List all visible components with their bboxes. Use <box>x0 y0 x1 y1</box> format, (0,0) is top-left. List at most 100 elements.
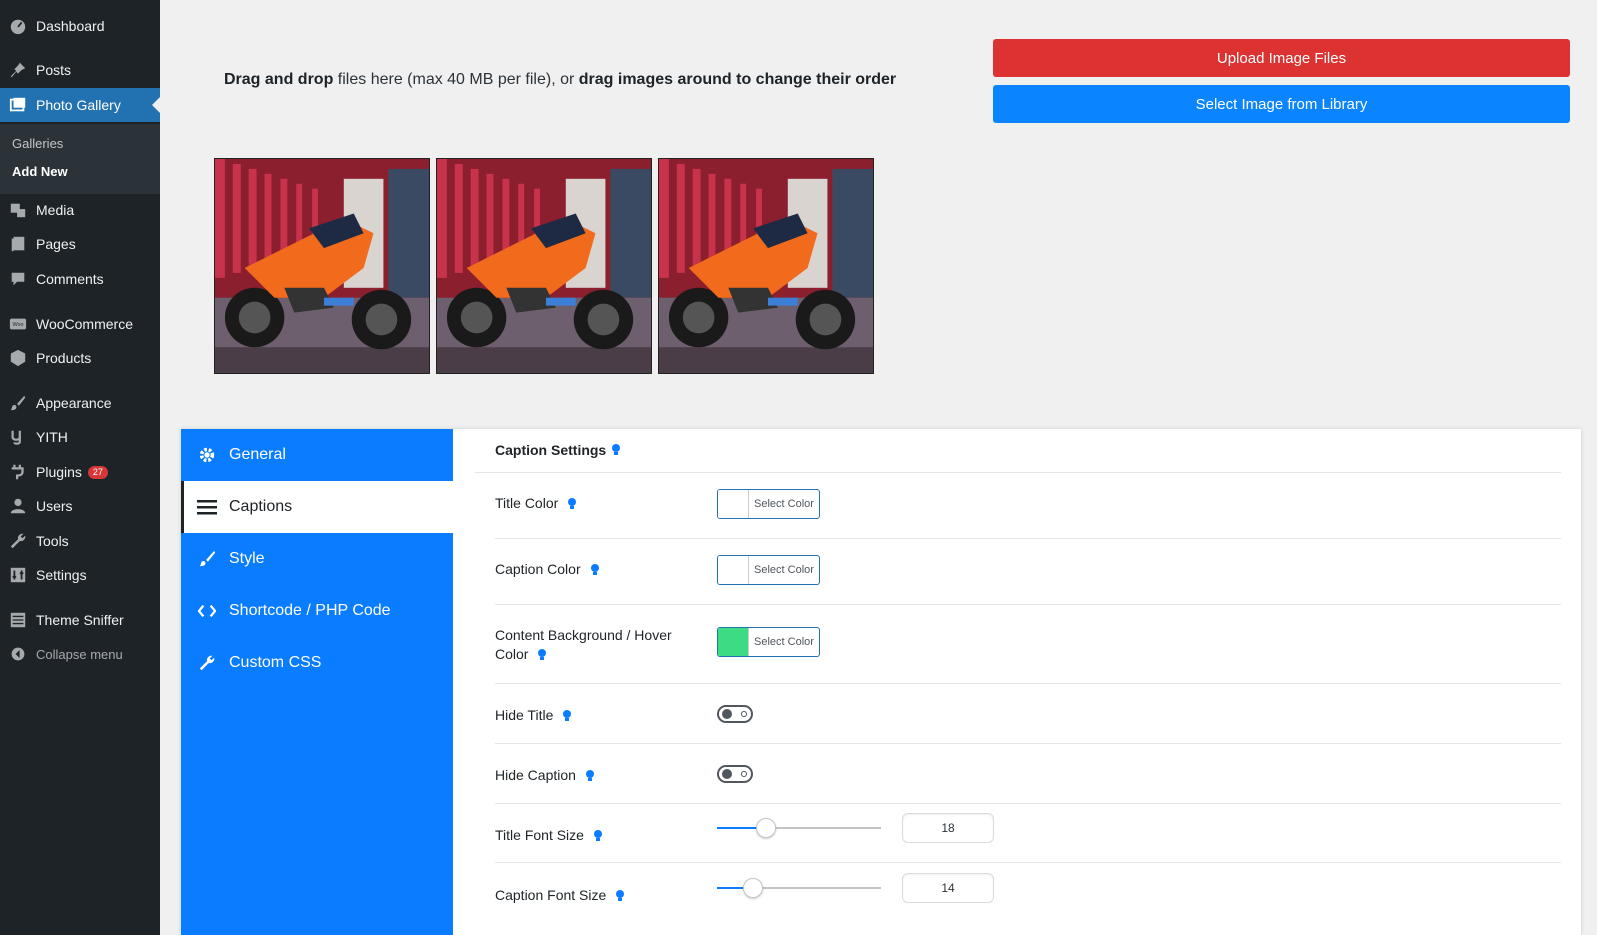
media-icon <box>8 200 28 220</box>
plugin-icon <box>8 462 28 482</box>
label-text: Caption Font Size <box>495 887 607 903</box>
sidebar-item-label: Photo Gallery <box>36 97 121 113</box>
caption-font-size-slider[interactable] <box>717 878 881 898</box>
dropzone-instructions: Drag and drop files here (max 40 MB per … <box>224 71 896 89</box>
hide-title-toggle[interactable] <box>717 705 753 723</box>
select-image-from-library-button[interactable]: Select Image from Library <box>993 85 1570 123</box>
slider-handle[interactable] <box>743 878 764 898</box>
gallery-thumbnail[interactable] <box>658 158 874 374</box>
tab-label: Captions <box>229 498 293 515</box>
caption-color-label: Caption Color <box>495 560 600 579</box>
sidebar-item-label: Media <box>36 202 75 218</box>
color-swatch <box>718 490 749 518</box>
title-font-size-slider[interactable] <box>717 818 881 838</box>
submenu-item-galleries[interactable]: Galleries <box>12 136 63 151</box>
update-count-badge: 27 <box>87 465 108 479</box>
sidebar-item-pages[interactable]: Pages <box>0 227 160 261</box>
label-text: Color <box>495 646 529 662</box>
gallery-thumbnail[interactable] <box>436 158 652 374</box>
sidebar-item-woocommerce[interactable]: Woo WooCommerce <box>0 307 160 341</box>
upload-image-files-button[interactable]: Upload Image Files <box>993 39 1570 77</box>
help-bulb-icon[interactable] <box>611 443 621 457</box>
menu-lines-icon <box>197 497 217 517</box>
settings-icon <box>8 565 28 585</box>
gallery-settings-panel: General Captions Style Shortcode / PHP C… <box>181 429 1581 935</box>
list-icon <box>8 610 28 630</box>
sidebar-item-label: WooCommerce <box>36 316 133 332</box>
tab-style[interactable]: Style <box>181 533 453 585</box>
dropzone-bold-1: Drag and drop <box>224 71 334 88</box>
sidebar-item-settings[interactable]: Settings <box>0 558 160 592</box>
motorcycle-image <box>437 159 651 373</box>
tab-label: Custom CSS <box>229 654 322 671</box>
brush-icon <box>8 393 28 413</box>
help-bulb-icon[interactable] <box>590 563 600 577</box>
sidebar-item-dashboard[interactable]: Dashboard <box>0 9 160 43</box>
sidebar-item-label: Plugins <box>36 464 82 480</box>
hide-caption-toggle[interactable] <box>717 765 753 783</box>
label-text: Title Color <box>495 495 559 511</box>
caption-color-picker[interactable]: Select Color <box>717 555 820 585</box>
tab-label: Style <box>229 550 265 567</box>
caption-settings-heading: Caption Settings <box>495 442 607 458</box>
collapse-menu-button[interactable]: Collapse menu <box>0 637 160 671</box>
label-text: Title Font Size <box>495 827 584 843</box>
toggle-knob <box>722 769 732 779</box>
dropzone-text-1: files here (max 40 MB per file), or <box>333 71 579 88</box>
slider-handle[interactable] <box>756 818 777 838</box>
sidebar-item-label: Pages <box>36 236 76 252</box>
tab-general[interactable]: General <box>181 429 453 481</box>
sidebar-item-photo-gallery[interactable]: Photo Gallery <box>0 88 160 122</box>
divider <box>495 683 1561 684</box>
products-icon <box>8 348 28 368</box>
help-bulb-icon[interactable] <box>567 497 577 511</box>
label-text: Caption Color <box>495 561 581 577</box>
sidebar-item-posts[interactable]: Posts <box>0 53 160 87</box>
sidebar-item-tools[interactable]: Tools <box>0 524 160 558</box>
help-bulb-icon[interactable] <box>537 648 547 662</box>
help-bulb-icon[interactable] <box>562 709 572 723</box>
submenu-item-add-new[interactable]: Add New <box>12 164 68 179</box>
sidebar-submenu: Galleries Add New <box>0 124 160 194</box>
help-bulb-icon[interactable] <box>585 769 595 783</box>
sidebar-item-users[interactable]: Users <box>0 489 160 523</box>
tab-custom-css[interactable]: Custom CSS <box>181 637 453 689</box>
divider <box>495 803 1561 804</box>
label-text: Hide Caption <box>495 767 576 783</box>
code-icon <box>197 601 217 621</box>
caption-font-size-input[interactable]: 14 <box>902 873 994 903</box>
sidebar-item-appearance[interactable]: Appearance <box>0 386 160 420</box>
sidebar-item-label: Comments <box>36 271 104 287</box>
gallery-icon <box>8 95 28 115</box>
wrench-icon <box>8 531 28 551</box>
title-font-size-label: Title Font Size <box>495 826 603 845</box>
sidebar-item-media[interactable]: Media <box>0 193 160 227</box>
toggle-off-indicator <box>741 771 747 777</box>
title-font-size-input[interactable]: 18 <box>902 813 994 843</box>
tab-shortcode[interactable]: Shortcode / PHP Code <box>181 585 453 637</box>
title-color-picker[interactable]: Select Color <box>717 489 820 519</box>
dashboard-icon <box>8 16 28 36</box>
wrench-icon <box>197 653 217 673</box>
sidebar-item-label: Appearance <box>36 395 112 411</box>
svg-text:Woo: Woo <box>13 322 24 328</box>
sidebar-item-theme-sniffer[interactable]: Theme Sniffer <box>0 603 160 637</box>
caption-font-size-label: Caption Font Size <box>495 886 625 905</box>
title-color-label: Title Color <box>495 494 577 513</box>
yith-icon <box>8 427 28 447</box>
sidebar-item-label: Settings <box>36 567 87 583</box>
help-bulb-icon[interactable] <box>593 829 603 843</box>
tab-label: Shortcode / PHP Code <box>229 602 391 619</box>
gallery-thumbnail[interactable] <box>214 158 430 374</box>
tab-captions[interactable]: Captions <box>181 481 453 533</box>
sidebar-item-products[interactable]: Products <box>0 341 160 375</box>
sidebar-item-comments[interactable]: Comments <box>0 262 160 296</box>
content-background-color-picker[interactable]: Select Color <box>717 627 820 657</box>
sidebar-item-yith[interactable]: YITH <box>0 420 160 454</box>
divider <box>495 538 1561 539</box>
sidebar-item-plugins[interactable]: Plugins 27 <box>0 455 160 489</box>
select-color-label: Select Color <box>754 564 814 576</box>
pin-icon <box>8 60 28 80</box>
sidebar-item-label: YITH <box>36 429 68 445</box>
help-bulb-icon[interactable] <box>615 889 625 903</box>
